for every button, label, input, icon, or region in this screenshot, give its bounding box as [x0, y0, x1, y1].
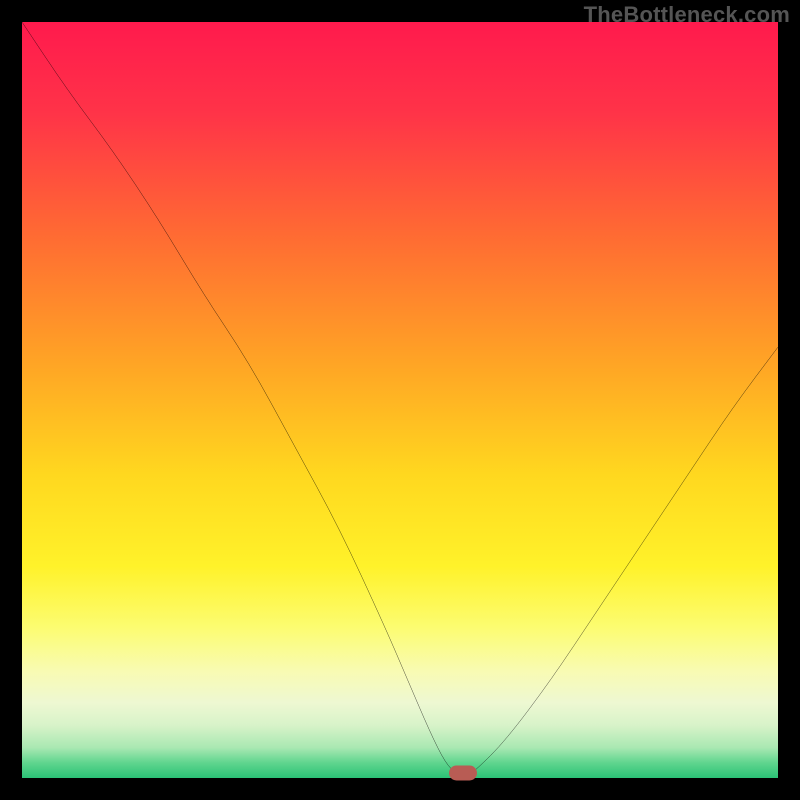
plot-area: [22, 22, 778, 778]
chart-frame: TheBottleneck.com: [0, 0, 800, 800]
minimum-marker: [449, 766, 477, 781]
bottleneck-curve: [22, 22, 778, 778]
watermark-text: TheBottleneck.com: [584, 2, 790, 28]
